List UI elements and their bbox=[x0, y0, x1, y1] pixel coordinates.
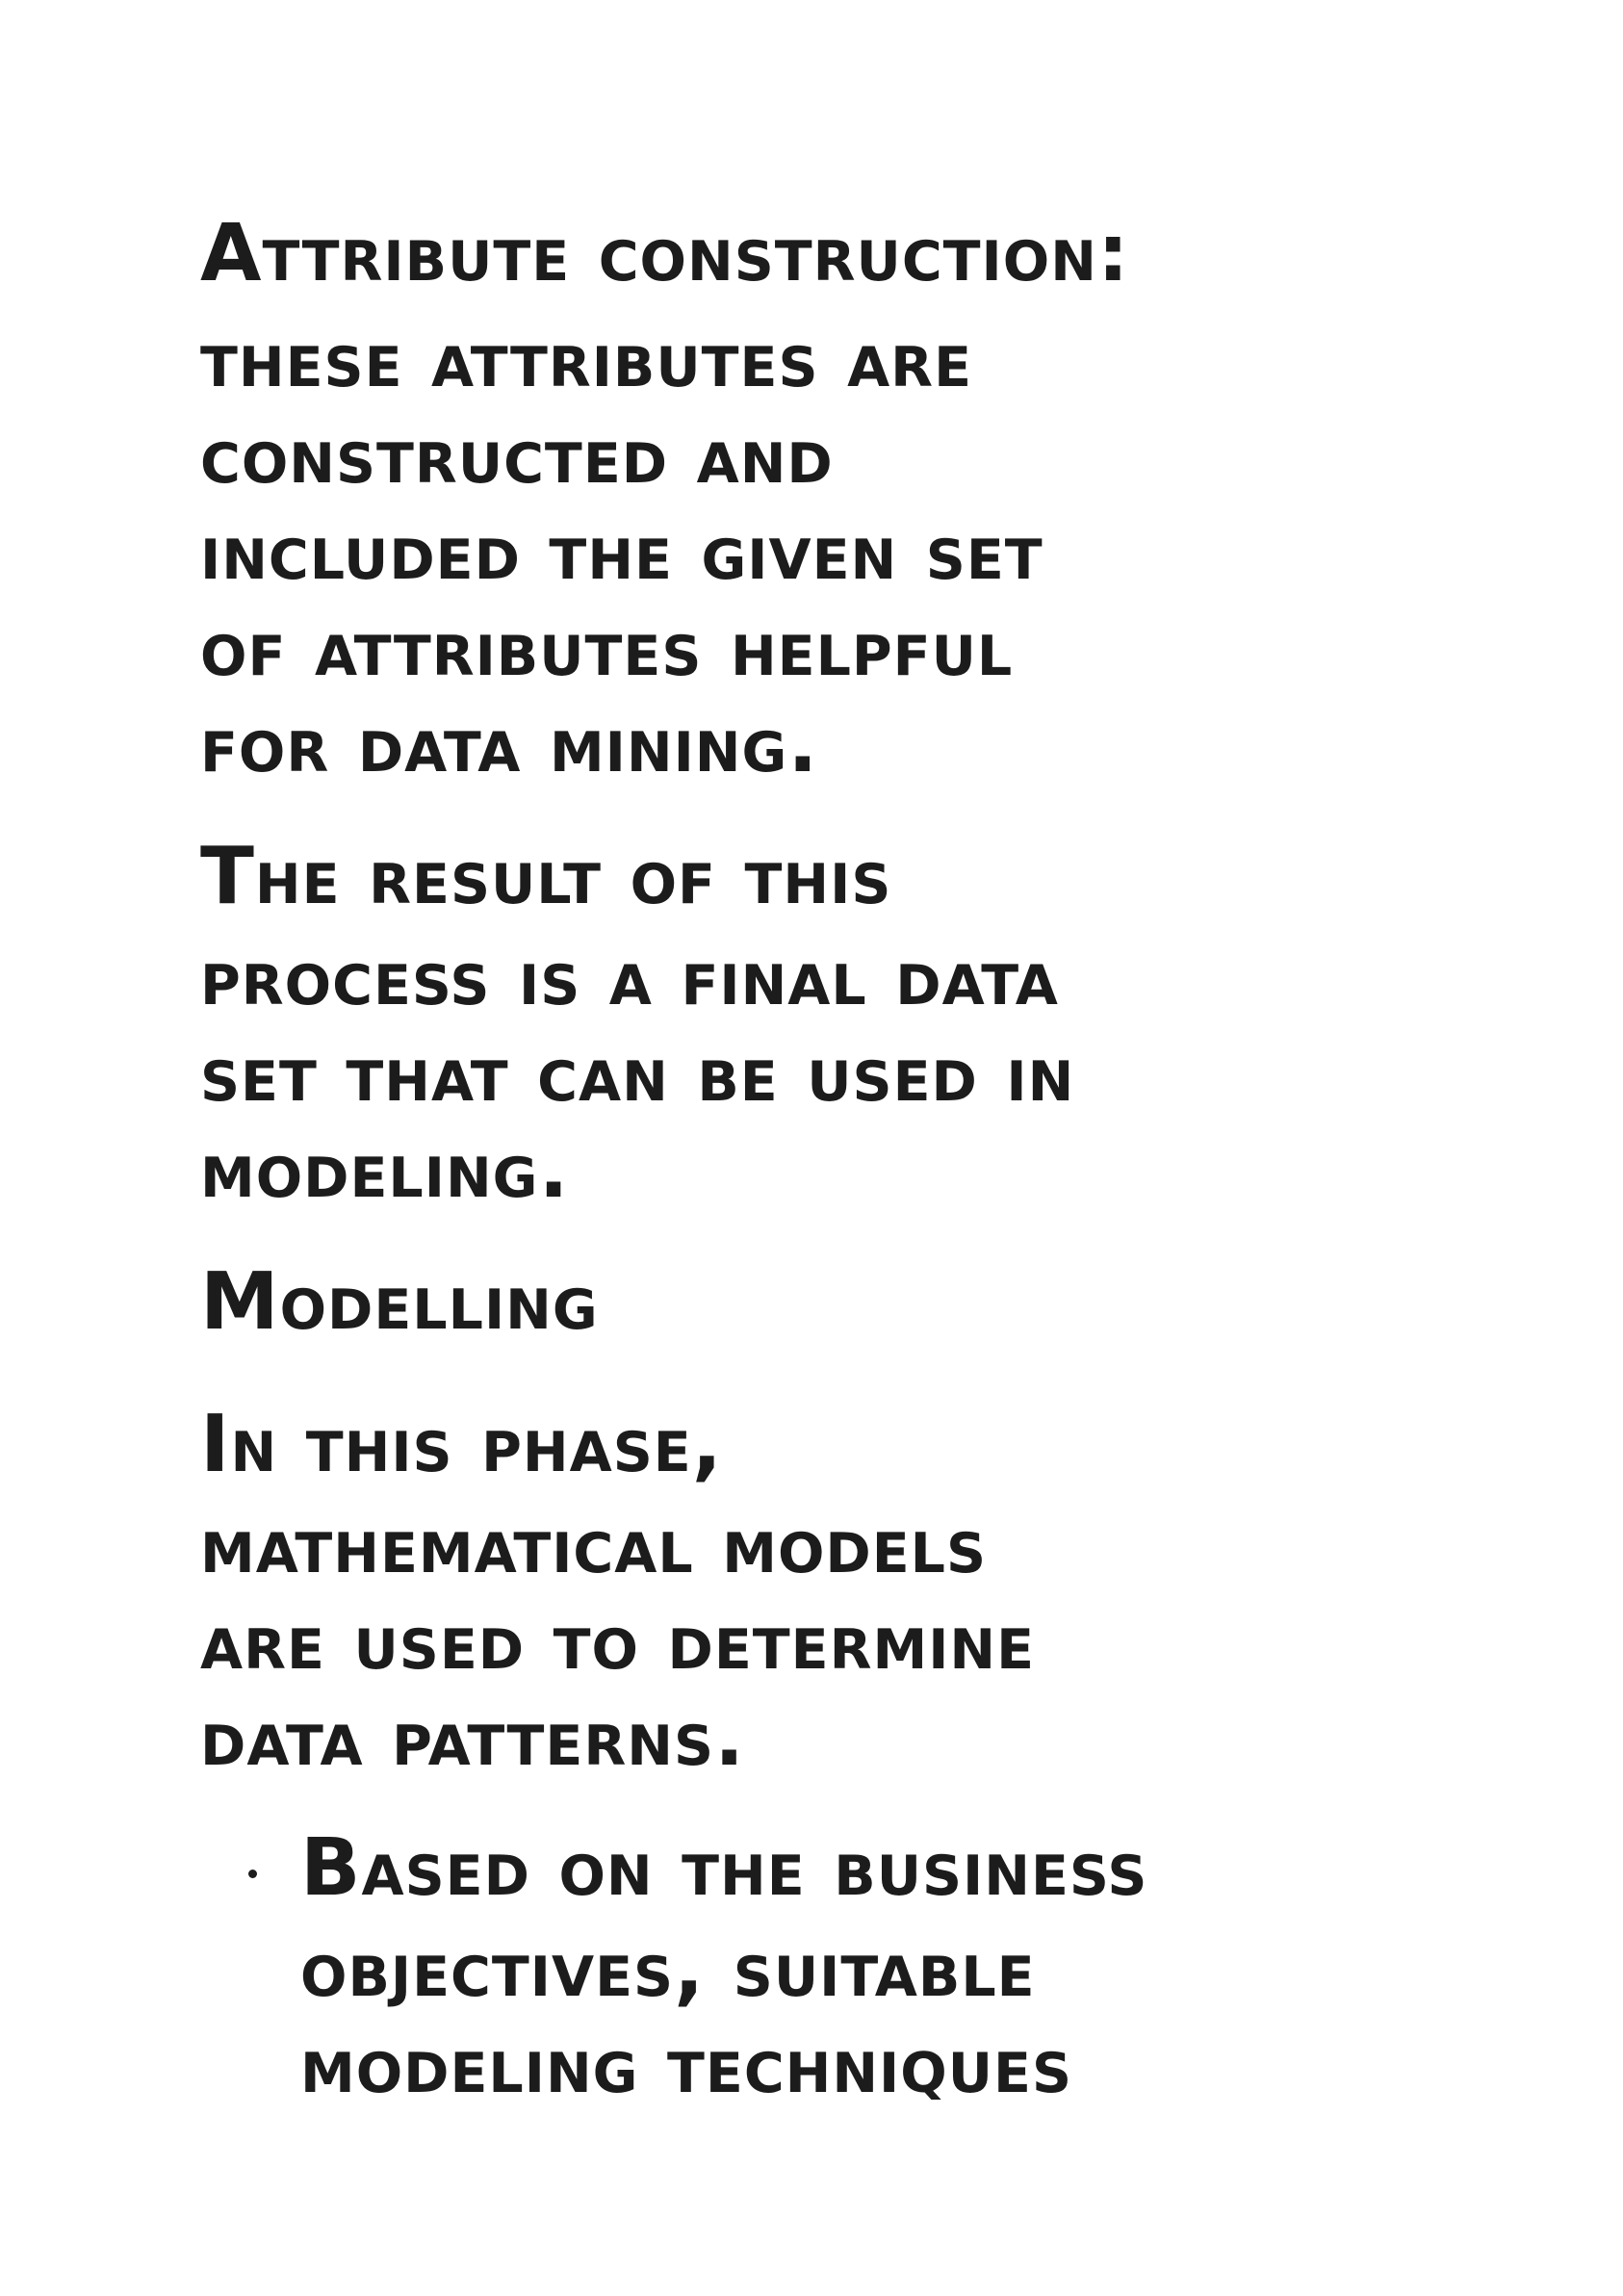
paragraph-line: data patterns. bbox=[200, 1692, 746, 1784]
paragraph-line: In this phase, bbox=[200, 1399, 723, 1490]
paragraph-line: process is a final data bbox=[200, 932, 1059, 1023]
paragraph-line: mathematical models bbox=[200, 1500, 988, 1591]
paragraph-line: constructed and bbox=[200, 410, 834, 502]
paragraph-line: these attributes are bbox=[200, 314, 973, 405]
paragraph-line: set that can be used in bbox=[200, 1028, 1075, 1120]
paragraph-line: The result of this bbox=[200, 831, 892, 922]
bullet-item-line: Based on the business bbox=[300, 1822, 1148, 1914]
paragraph-line: included the given set bbox=[200, 506, 1043, 598]
paragraph-line: of attributes helpful bbox=[200, 603, 1014, 694]
bullet-item-line: objectives, suitable bbox=[300, 1923, 1036, 2015]
document-page: Attribute construction: these attributes… bbox=[0, 0, 1623, 2296]
attribute-construction-heading-line: Attribute construction: bbox=[200, 208, 1130, 299]
bullet-icon bbox=[248, 1870, 257, 1878]
modelling-heading: Modelling bbox=[200, 1256, 599, 1348]
paragraph-line: modeling. bbox=[200, 1124, 570, 1216]
paragraph-line: are used to determine bbox=[200, 1596, 1036, 1688]
bullet-item-line: modeling techniques bbox=[300, 2020, 1072, 2111]
paragraph-line: for data mining. bbox=[200, 699, 819, 790]
